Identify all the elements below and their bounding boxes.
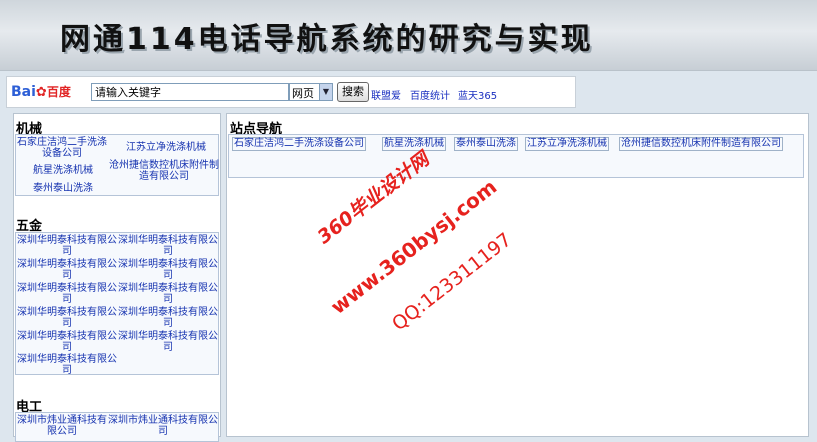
category-box-machinery: 石家庄洁鸿二手洗涤设备公司 江苏立净洗涤机械 航星洗涤机械 沧州捷信数控机床附件… [15, 134, 219, 196]
category-box-electrical: 深圳市炜业通科技有限公司 深圳市炜业通科技有限公司 [15, 412, 219, 442]
category-item[interactable]: 深圳华明泰科技有限公司 [17, 354, 117, 376]
category-item[interactable]: 江苏立净洗涤机械 [114, 142, 218, 153]
site-nav-link[interactable]: 泰州泰山洗涤 [454, 137, 518, 151]
header-banner: 网通114电话导航系统的研究与实现 [0, 0, 817, 71]
site-navigation-panel: 站点导航 石家庄洁鸿二手洗涤设备公司 航星洗涤机械 泰州泰山洗涤 江苏立净洗涤机… [226, 113, 809, 437]
category-item[interactable]: 深圳华明泰科技有限公司 [118, 283, 218, 305]
baidu-search-bar: Bai✿百度 网页 ▼ 搜索 联盟爱 百度统计 蓝天365 [6, 76, 576, 108]
search-button[interactable]: 搜索 [337, 82, 369, 102]
site-nav-link[interactable]: 石家庄洁鸿二手洗涤设备公司 [232, 137, 366, 151]
category-item[interactable]: 深圳华明泰科技有限公司 [118, 235, 218, 257]
category-item[interactable]: 深圳华明泰科技有限公司 [118, 307, 218, 329]
chevron-down-icon[interactable]: ▼ [319, 84, 332, 100]
baidu-logo: Bai✿百度 [11, 84, 71, 100]
link-baidu-tongji[interactable]: 百度统计 [410, 87, 450, 102]
category-panel: 机械 石家庄洁鸿二手洗涤设备公司 江苏立净洗涤机械 航星洗涤机械 沧州捷信数控机… [13, 113, 221, 442]
category-item[interactable]: 深圳华明泰科技有限公司 [17, 235, 117, 257]
category-item[interactable]: 深圳华明泰科技有限公司 [118, 259, 218, 281]
site-nav-link[interactable]: 沧州捷信数控机床附件制造有限公司 [619, 137, 783, 151]
baidu-paw-icon: ✿ [35, 85, 47, 100]
category-item[interactable]: 石家庄洁鸿二手洗涤设备公司 [17, 137, 107, 159]
category-item[interactable]: 深圳华明泰科技有限公司 [17, 259, 117, 281]
category-item[interactable]: 深圳华明泰科技有限公司 [17, 283, 117, 305]
link-lantian365[interactable]: 蓝天365 [458, 87, 497, 102]
category-item[interactable]: 航星洗涤机械 [20, 165, 106, 176]
search-type-select[interactable]: 网页 ▼ [289, 83, 333, 101]
category-item[interactable]: 深圳华明泰科技有限公司 [118, 331, 218, 353]
site-title: 网通114电话导航系统的研究与实现 [60, 22, 594, 57]
search-input[interactable] [91, 83, 289, 101]
category-item[interactable]: 深圳市炜业通科技有限公司 [108, 415, 218, 437]
link-lianmeng[interactable]: 联盟爱 [371, 87, 401, 102]
category-box-hardware: 深圳华明泰科技有限公司 深圳华明泰科技有限公司 深圳华明泰科技有限公司 深圳华明… [15, 232, 219, 376]
category-item[interactable]: 泰州泰山洗涤 [20, 183, 106, 194]
site-nav-link[interactable]: 江苏立净洗涤机械 [525, 137, 609, 151]
category-item[interactable]: 深圳市炜业通科技有限公司 [17, 415, 107, 437]
category-item[interactable]: 沧州捷信数控机床附件制造有限公司 [108, 160, 220, 182]
site-nav-box: 石家庄洁鸿二手洗涤设备公司 航星洗涤机械 泰州泰山洗涤 江苏立净洗涤机械 沧州捷… [228, 134, 804, 178]
category-item[interactable]: 深圳华明泰科技有限公司 [17, 307, 117, 329]
category-item[interactable]: 深圳华明泰科技有限公司 [17, 331, 117, 353]
